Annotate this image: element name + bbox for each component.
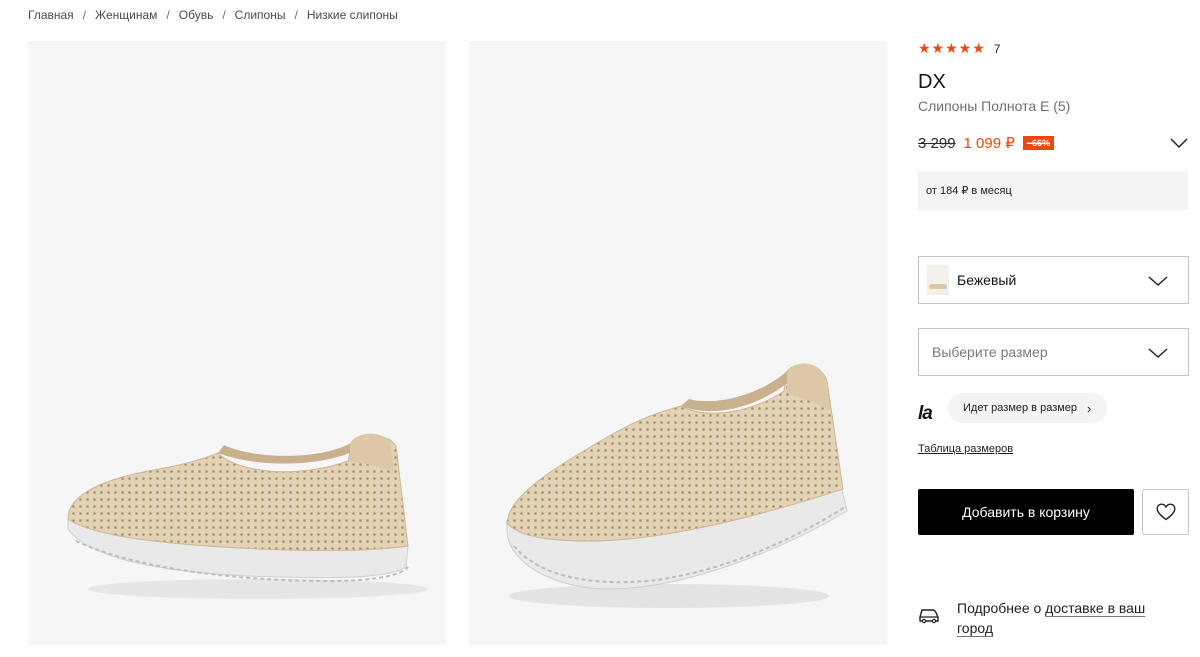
truck-icon [919, 609, 939, 624]
add-to-cart-button[interactable]: Добавить в корзину [918, 489, 1134, 535]
color-select[interactable]: Бежевый [918, 256, 1189, 304]
shoe-side-illustration [67, 433, 428, 599]
delivery-text: Подробнее о доставке в ваш город [957, 598, 1167, 638]
favorite-button[interactable] [1142, 489, 1189, 535]
heart-icon [1155, 503, 1176, 521]
delivery-prefix: Подробнее о [957, 600, 1046, 616]
fit-label: Идет размер в размер [963, 402, 1078, 414]
product-rating[interactable]: ★★★★★ 7 [918, 40, 1000, 57]
size-select[interactable]: Выберите размер [918, 328, 1189, 376]
product-image-side[interactable] [28, 41, 446, 645]
breadcrumb-item-low-slipons[interactable]: Низкие слипоны [307, 8, 398, 22]
breadcrumb-separator: / [82, 8, 87, 22]
product-name: Слипоны Полнота E (5) [918, 98, 1071, 114]
breadcrumb: Главная / Женщинам / Обувь / Слипоны / Н… [28, 8, 398, 22]
breadcrumb-item-shoes[interactable]: Обувь [179, 8, 214, 22]
fit-info-pill[interactable]: Идет размер в размер › [948, 393, 1108, 423]
price-row: 3 299 1 099 ₽ −66% [918, 134, 1190, 152]
chevron-down-icon[interactable] [1170, 137, 1188, 149]
breadcrumb-separator: / [294, 8, 298, 22]
chevron-down-icon [1148, 348, 1168, 359]
size-table-link[interactable]: Таблица размеров [918, 443, 1013, 455]
breadcrumb-item-women[interactable]: Женщинам [95, 8, 157, 22]
product-image-angle[interactable] [469, 41, 887, 645]
old-price: 3 299 [918, 134, 956, 152]
chevron-down-icon [1148, 276, 1168, 287]
new-price: 1 099 ₽ [963, 135, 1015, 152]
product-brand[interactable]: DX [918, 71, 946, 94]
breadcrumb-separator: / [222, 8, 226, 22]
rating-count: 7 [993, 41, 1001, 56]
installment-info[interactable]: от 184 ₽ в месяц [918, 171, 1188, 210]
breadcrumb-item-home[interactable]: Главная [28, 8, 74, 22]
chevron-right-icon: › [1087, 400, 1092, 416]
color-swatch-thumbnail [927, 265, 949, 295]
size-select-placeholder: Выберите размер [932, 344, 1048, 360]
color-select-value: Бежевый [957, 272, 1017, 288]
star-icon: ★★★★★ [918, 40, 986, 56]
delivery-info: Подробнее о доставке в ваш город [918, 598, 1167, 638]
shoe-angle-illustration [506, 363, 848, 608]
discount-badge: −66% [1022, 136, 1055, 150]
breadcrumb-separator: / [166, 8, 170, 22]
fit-logo: la [918, 403, 933, 424]
breadcrumb-item-slipons[interactable]: Слипоны [235, 8, 286, 22]
